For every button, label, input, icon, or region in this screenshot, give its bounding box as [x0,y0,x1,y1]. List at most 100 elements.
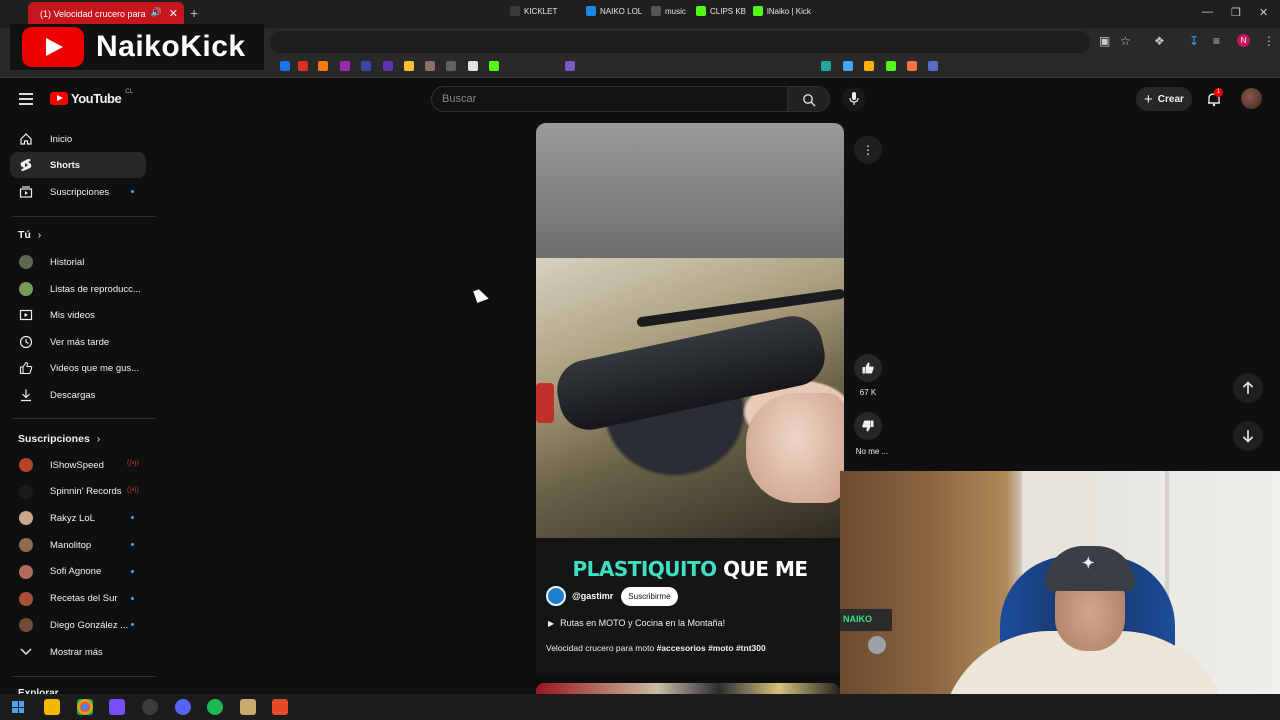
you-section-title[interactable]: Tú › [18,229,41,241]
bookmark-favicon[interactable] [361,61,371,71]
tab-close-icon[interactable]: ✕ [169,7,178,20]
sidebar-item-descargas[interactable]: Descargas [10,382,146,408]
bookmark-favicon[interactable] [340,61,350,71]
next-short-button[interactable] [1233,421,1263,451]
subscribe-button[interactable]: Suscribirme [621,586,678,606]
restore-icon[interactable]: ❐ [1231,6,1241,19]
bookmark-favicon[interactable] [821,61,831,71]
profile-avatar-icon[interactable]: N [1237,34,1250,47]
your-videos-icon [19,308,33,322]
download-icon[interactable]: ↧ [1189,34,1199,48]
bookmark-favicon[interactable] [425,61,435,71]
windows-start-icon[interactable] [12,701,24,713]
like-button[interactable] [854,354,882,382]
sidebar-subscription-item[interactable]: Diego González ... [10,612,146,638]
app2-taskbar-icon[interactable] [272,699,288,715]
bookmark-favicon[interactable] [843,61,853,71]
bookmark-favicon[interactable] [318,61,328,71]
bookmark-favicon[interactable] [565,61,575,71]
league-taskbar-icon[interactable] [240,699,256,715]
obs-taskbar-icon[interactable] [142,699,158,715]
tab-audio-icon[interactable]: 🔊 [151,7,162,18]
spotify-taskbar-icon[interactable] [207,699,223,715]
history-icon [19,255,33,269]
chrome-menu-icon[interactable]: ⋮ [1263,34,1275,48]
sidebar-item-label: Spinnin' Records [50,486,122,498]
search-button[interactable] [788,86,830,112]
sidebar-subscription-item[interactable]: Recetas del Sur [10,586,146,612]
notification-badge: 1 [1214,88,1223,97]
subscriptions-section-title[interactable]: Suscripciones › [18,433,100,445]
app-taskbar-icon[interactable] [109,699,125,715]
browser-tab-active[interactable]: (1) Velocidad crucero para 🔊 ✕ [28,2,184,26]
omnibox[interactable] [270,31,1090,53]
user-avatar[interactable] [1241,88,1262,109]
bookmark-favicon[interactable] [298,61,308,71]
youtube-logo[interactable]: YouTube CL [50,89,133,106]
new-tab-button[interactable]: + [190,5,198,21]
sidebar-item-inicio[interactable]: Inicio [10,126,146,152]
clock-icon [19,335,33,349]
thumbs-up-icon [862,362,874,374]
bookmark-favicon[interactable] [468,61,478,71]
sidebar-item-ver-mas-tarde[interactable]: Ver más tarde [10,329,146,355]
previous-short-button[interactable] [1233,373,1263,403]
sidebar-divider [12,676,156,677]
install-app-icon[interactable]: ▣ [1099,34,1110,48]
bookmark-favicon[interactable] [864,61,874,71]
more-options-button[interactable]: ⋮ [854,136,882,164]
description-hashtags[interactable]: #accesorios #moto #tnt300 [657,643,766,653]
sidebar-item-mis-videos[interactable]: Mis videos [10,302,146,328]
bookmark-naiko-lol[interactable]: NAIKO LOL [586,4,642,18]
youtube-logo-icon [50,92,68,105]
voice-search-button[interactable] [842,87,866,111]
sidebar-item-label: Shorts [50,159,81,171]
search-input[interactable]: Buscar [431,86,788,112]
bookmark-favicon[interactable] [280,61,290,71]
sidebar-item-videos-gustan[interactable]: Videos que me gus... [10,355,146,381]
bookmark-icon [651,6,661,16]
file-explorer-icon[interactable] [44,699,60,715]
sidebar-item-suscripciones[interactable]: Suscripciones [10,179,146,205]
playlist-link[interactable]: ▶ Rutas en MOTO y Cocina en la Montaña! [548,618,725,628]
create-button[interactable]: + Crear [1136,87,1192,111]
bookmark-favicon[interactable] [489,61,499,71]
chevron-right-icon: › [96,433,101,445]
bookmark-star-icon[interactable]: ☆ [1120,34,1131,48]
channel-avatar[interactable] [546,586,566,606]
sidebar-item-historial[interactable]: Historial [10,249,146,275]
sidebar-item-shorts[interactable]: Shorts [10,152,146,178]
plus-icon: + [1144,90,1153,108]
channel-handle[interactable]: @gastimr [572,591,613,601]
hamburger-menu-icon[interactable] [19,93,33,105]
bookmark-favicon[interactable] [446,61,456,71]
extensions-icon[interactable]: ❖ [1154,34,1165,48]
bookmark-clips-kb[interactable]: CLIPS KB [696,4,746,18]
sidebar-item-label: Recetas del Sur [50,593,118,604]
sidebar-subscription-item[interactable]: Manolitop [10,532,146,558]
sidebar-subscription-item[interactable]: Spinnin' Records ((•)) [10,479,146,505]
close-window-icon[interactable]: ✕ [1259,6,1268,19]
minimize-icon[interactable]: — [1202,6,1213,18]
chrome-taskbar-icon[interactable] [77,699,93,715]
bookmark-favicon[interactable] [928,61,938,71]
bookmark-music[interactable]: music [651,4,686,18]
sidebar-subscription-item[interactable]: IShowSpeed ((•)) [10,452,146,478]
sidebar-item-listas[interactable]: Listas de reproducc... [10,276,146,302]
bookmark-favicon[interactable] [907,61,917,71]
show-more-button[interactable]: Mostrar más [10,639,146,665]
dislike-button[interactable] [854,412,882,440]
bookmark-favicon[interactable] [404,61,414,71]
bookmark-favicon[interactable] [886,61,896,71]
bookmark-favicon[interactable] [383,61,393,71]
bookmark-icon [510,6,520,16]
discord-taskbar-icon[interactable] [175,699,191,715]
short-video-player[interactable]: PLASTIQUITO QUE ME @gastimr Suscribirme … [536,123,844,673]
bookmark-kicklet[interactable]: KICKLET [510,4,557,18]
sidebar-subscription-item[interactable]: Sofi Agnone [10,559,146,585]
sidebar-subscription-item[interactable]: Rakyz LoL [10,505,146,531]
video-description[interactable]: Velocidad crucero para moto #accesorios … [546,643,766,653]
media-control-icon[interactable]: ≡ [1213,34,1220,48]
channel-avatar [19,538,33,553]
bookmark-naiko-kick[interactable]: lNaiko | Kick [753,4,811,18]
